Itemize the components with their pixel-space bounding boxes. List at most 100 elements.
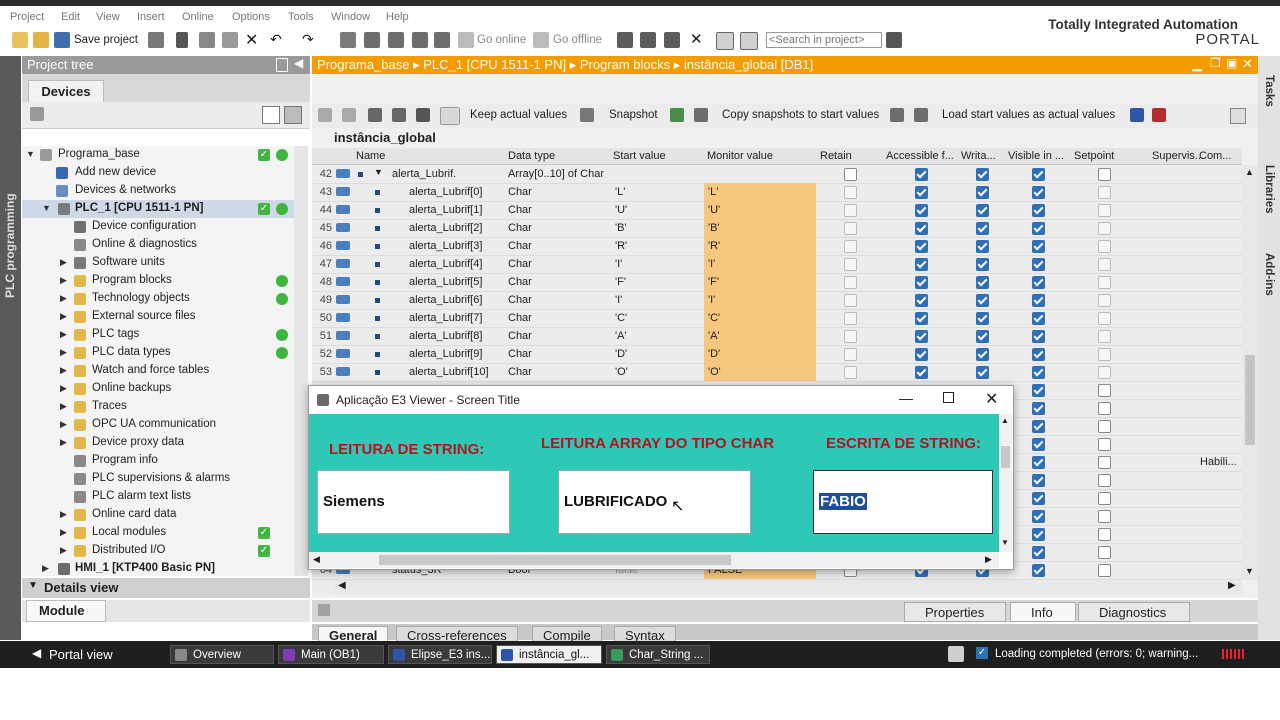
upload-icon[interactable] — [388, 32, 404, 48]
retain-checkbox[interactable] — [844, 222, 857, 235]
print-icon[interactable] — [148, 32, 164, 48]
tasks-tab[interactable]: Tasks — [1263, 75, 1275, 149]
simulation-icon[interactable] — [412, 32, 428, 48]
visible-checkbox[interactable] — [1032, 438, 1045, 451]
table-row[interactable]: 47 alerta_Lubrif[4] Char 'I' 'I' — [312, 255, 1242, 274]
properties-tab[interactable]: Properties — [904, 602, 1006, 622]
tree-item-program-blocks[interactable]: ▶ Program blocks — [22, 272, 294, 290]
accessible-checkbox[interactable] — [915, 366, 928, 379]
col-monitor-value[interactable]: Monitor value — [707, 150, 815, 162]
accessible-checkbox[interactable] — [915, 240, 928, 253]
scroll-thumb[interactable] — [1001, 446, 1010, 468]
search-input[interactable] — [766, 32, 882, 48]
tree-item-technology-objects[interactable]: ▶ Technology objects — [22, 290, 294, 308]
setpoint-checkbox[interactable] — [1098, 510, 1111, 523]
task-char-string[interactable]: Char_String ... — [606, 645, 710, 664]
table-row[interactable]: 48 alerta_Lubrif[5] Char 'F' 'F' — [312, 273, 1242, 292]
minimize-editor-icon[interactable]: ▁ — [1192, 56, 1202, 72]
tree-item-programa-base[interactable]: ▼ Programa_base ✓ — [22, 146, 294, 164]
visible-checkbox[interactable] — [1032, 366, 1045, 379]
tree-item-online-diagnostics[interactable]: Online & diagnostics — [22, 236, 294, 254]
dialog-title-bar[interactable]: Aplicação E3 Viewer - Screen Title — ✕ — [309, 386, 1013, 414]
copy-icon[interactable] — [199, 32, 215, 48]
portal-view-button[interactable]: Portal view — [49, 647, 113, 662]
menu-insert[interactable]: Insert — [137, 11, 165, 23]
snapshot-icon[interactable] — [580, 108, 594, 122]
tree-item-software-units[interactable]: ▶ Software units — [22, 254, 294, 272]
menu-project[interactable]: Project — [10, 11, 44, 23]
retain-checkbox[interactable] — [844, 294, 857, 307]
writable-checkbox[interactable] — [976, 348, 989, 361]
visible-checkbox[interactable] — [1032, 384, 1045, 397]
table-row[interactable]: 51 alerta_Lubrif[8] Char 'A' 'A' — [312, 327, 1242, 346]
tree-item-online-backups[interactable]: ▶ Online backups — [22, 380, 294, 398]
split-vertical-icon[interactable] — [740, 32, 758, 50]
setpoint-checkbox[interactable] — [1098, 312, 1111, 325]
writable-checkbox[interactable] — [976, 276, 989, 289]
close-button[interactable]: ✕ — [985, 389, 998, 409]
snapshot-button[interactable]: Snapshot — [609, 109, 658, 121]
string-write-input[interactable]: FABIO — [813, 470, 993, 534]
visible-checkbox[interactable] — [1032, 528, 1045, 541]
tree-item-external-source-files[interactable]: ▶ External source files — [22, 308, 294, 326]
setpoint-checkbox[interactable] — [1098, 474, 1111, 487]
load-start-icon[interactable] — [890, 108, 904, 122]
menu-view[interactable]: View — [96, 11, 120, 23]
back-arrow-icon[interactable]: ◀ — [32, 646, 41, 660]
setpoint-checkbox[interactable] — [1098, 546, 1111, 559]
monitor-glasses-icon[interactable] — [440, 107, 460, 125]
start-cpu-icon[interactable] — [640, 32, 656, 48]
table-row[interactable]: 49 alerta_Lubrif[6] Char 'I' 'I' — [312, 291, 1242, 310]
table-row[interactable]: 52 alerta_Lubrif[9] Char 'D' 'D' — [312, 345, 1242, 364]
setpoint-checkbox[interactable] — [1098, 348, 1111, 361]
retain-checkbox[interactable] — [844, 186, 857, 199]
writable-checkbox[interactable] — [976, 204, 989, 217]
setpoint-checkbox[interactable] — [1098, 186, 1111, 199]
task-main-ob1[interactable]: Main (OB1) — [278, 645, 384, 664]
devices-tab[interactable]: Devices — [28, 80, 104, 103]
minimize-button[interactable]: — — [899, 390, 913, 406]
setpoint-checkbox[interactable] — [1098, 240, 1111, 253]
accessible-checkbox[interactable] — [915, 222, 928, 235]
sync-icon[interactable] — [284, 106, 302, 124]
scroll-right-icon[interactable]: ▶ — [1228, 580, 1236, 591]
go-offline-icon[interactable] — [533, 32, 549, 48]
menu-help[interactable]: Help — [386, 11, 409, 23]
tree-item-online-card-data[interactable]: ▶ Online card data — [22, 506, 294, 524]
table-row[interactable]: 44 alerta_Lubrif[1] Char 'U' 'U' — [312, 201, 1242, 220]
col-writable[interactable]: Writa... — [961, 150, 1005, 162]
undo-icon[interactable]: ↶ — [270, 31, 286, 47]
grid-icon[interactable] — [1230, 108, 1246, 124]
tree-item-device-proxy-data[interactable]: ▶ Device proxy data — [22, 434, 294, 452]
cut-icon[interactable] — [176, 32, 188, 48]
setpoint-checkbox[interactable] — [1098, 438, 1111, 451]
menu-tools[interactable]: Tools — [288, 11, 314, 23]
retain-checkbox[interactable] — [844, 348, 857, 361]
list-icon[interactable] — [416, 108, 430, 122]
setpoint-checkbox[interactable] — [1098, 222, 1111, 235]
accessible-checkbox[interactable] — [915, 348, 928, 361]
scroll-left-icon[interactable]: ◀ — [313, 554, 320, 565]
search-icon[interactable] — [886, 32, 902, 48]
setpoint-checkbox[interactable] — [1098, 294, 1111, 307]
red-db-icon[interactable] — [1152, 108, 1166, 122]
paste-icon[interactable] — [222, 32, 238, 48]
expand-icon[interactable] — [368, 108, 382, 122]
syntax-tab[interactable]: Syntax — [614, 626, 676, 643]
setpoint-checkbox[interactable] — [1098, 204, 1111, 217]
grid-horizontal-scrollbar[interactable]: ◀ ▶ — [334, 580, 1242, 594]
writable-checkbox[interactable] — [976, 312, 989, 325]
visible-checkbox[interactable] — [1032, 186, 1045, 199]
details-view-header[interactable]: ▼ Details view — [22, 578, 310, 598]
tree-item-plc-data-types[interactable]: ▶ PLC data types — [22, 344, 294, 362]
visible-checkbox[interactable] — [1032, 222, 1045, 235]
copy-snapshot-icon[interactable] — [670, 108, 684, 122]
stop-cpu-icon[interactable] — [664, 32, 680, 48]
retain-checkbox[interactable] — [844, 258, 857, 271]
accessible-devices-icon[interactable] — [617, 32, 633, 48]
col-visible[interactable]: Visible in ... — [1008, 150, 1068, 162]
cross-references-tab[interactable]: Cross-references — [396, 626, 518, 643]
col-accessible[interactable]: Accessible f... — [886, 150, 958, 162]
writable-checkbox[interactable] — [976, 330, 989, 343]
task-elipse-e3[interactable]: Elipse_E3 ins... — [388, 645, 492, 664]
